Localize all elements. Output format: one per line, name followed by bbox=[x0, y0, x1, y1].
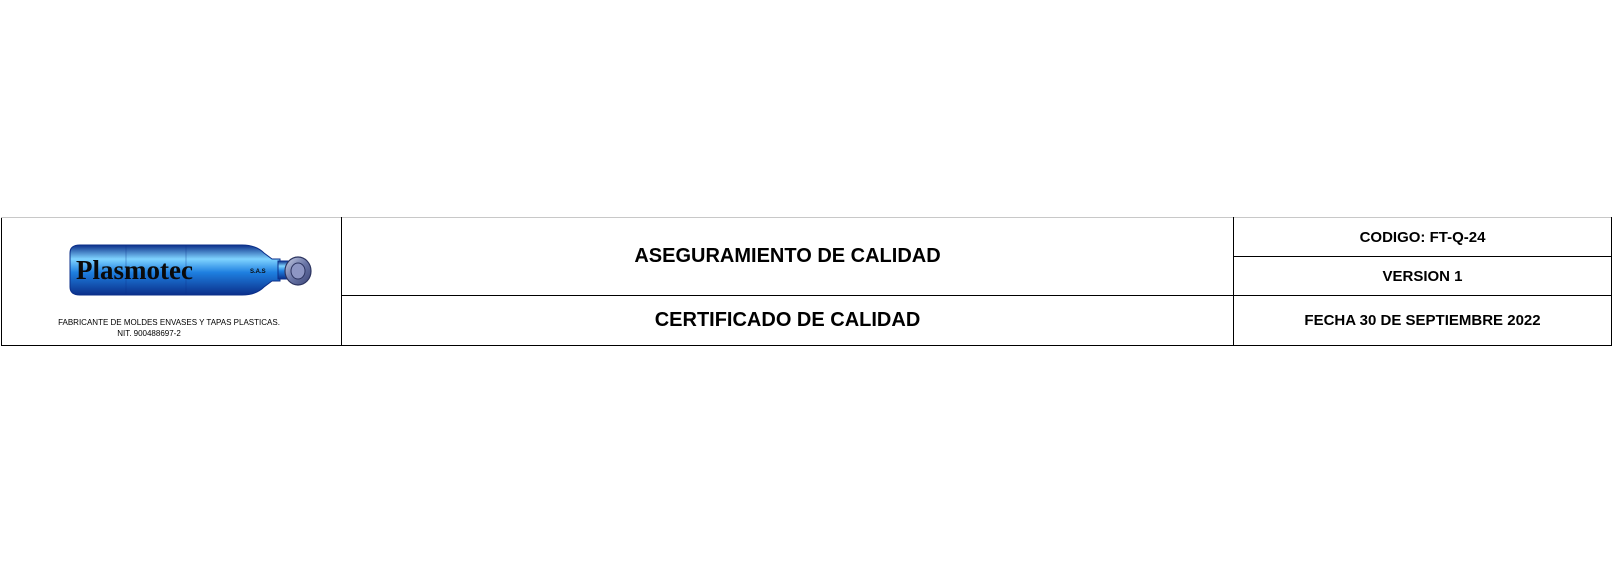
area-title: ASEGURAMIENTO DE CALIDAD bbox=[341, 217, 1234, 296]
document-code: CODIGO: FT-Q-24 bbox=[1233, 217, 1612, 257]
document-header-table: Plasmotec S.A.S FABRICANTE DE MOLDES ENV… bbox=[1, 217, 1612, 346]
company-tagline: FABRICANTE DE MOLDES ENVASES Y TAPAS PLA… bbox=[58, 317, 280, 327]
document-title: CERTIFICADO DE CALIDAD bbox=[341, 295, 1234, 346]
company-nit: NIT. 900488697-2 bbox=[117, 328, 181, 338]
logo-cell: Plasmotec S.A.S FABRICANTE DE MOLDES ENV… bbox=[1, 217, 342, 346]
logo-caption: FABRICANTE DE MOLDES ENVASES Y TAPAS PLA… bbox=[2, 317, 336, 339]
document-version: VERSION 1 bbox=[1233, 256, 1612, 296]
logo-suffix-text: S.A.S bbox=[250, 269, 266, 275]
plasmotec-bottle-logo-icon: Plasmotec S.A.S bbox=[69, 244, 312, 295]
logo-brand-text: Plasmotec bbox=[76, 255, 193, 285]
company-logo: Plasmotec S.A.S FABRICANTE DE MOLDES ENV… bbox=[2, 219, 342, 345]
document-date: FECHA 30 DE SEPTIEMBRE 2022 bbox=[1233, 295, 1612, 346]
